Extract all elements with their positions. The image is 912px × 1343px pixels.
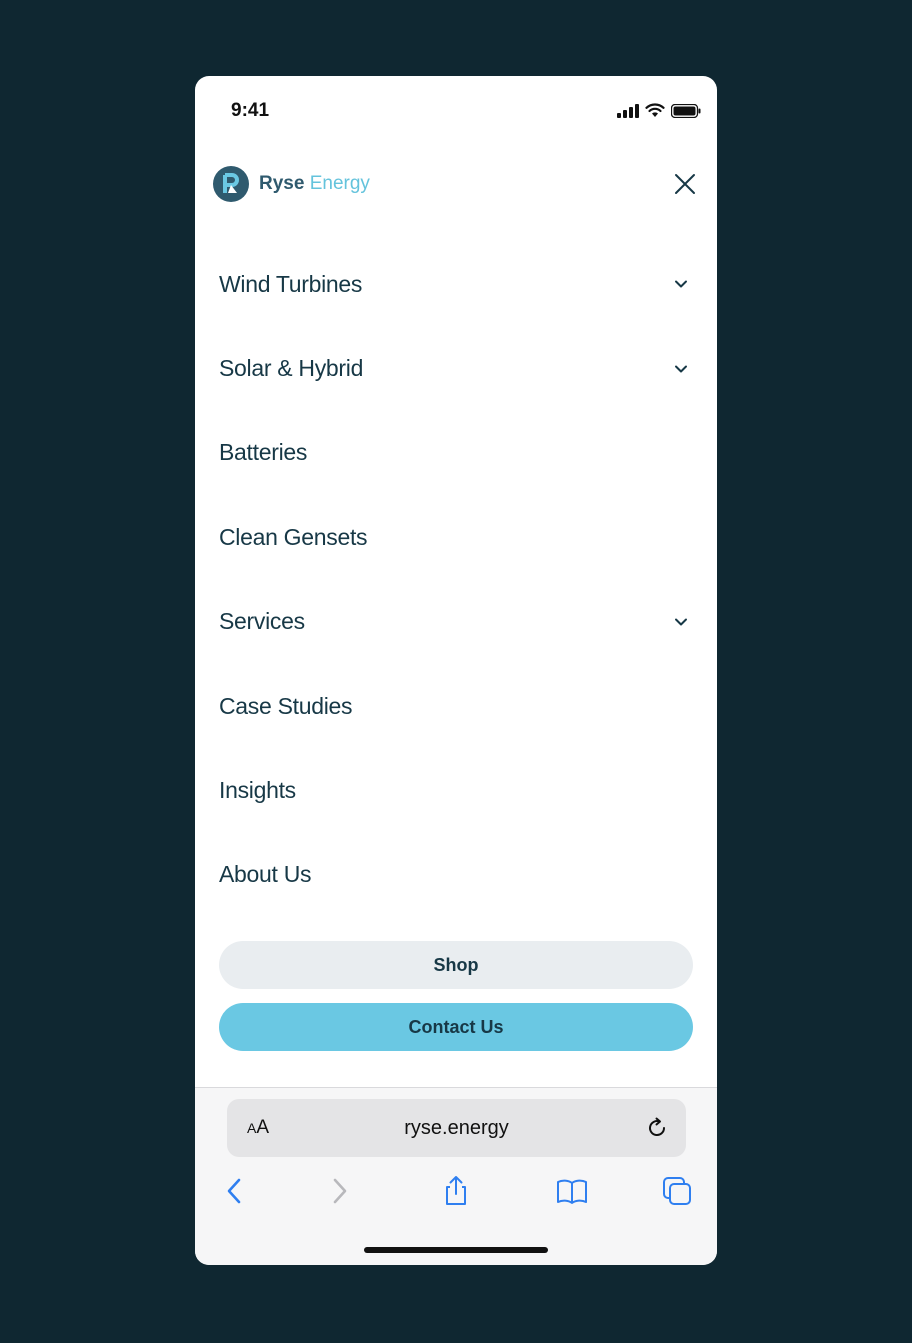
brand-name-part1: Ryse bbox=[259, 173, 305, 194]
menu-item-label: Wind Turbines bbox=[219, 270, 363, 297]
menu-item-label: Clean Gensets bbox=[219, 523, 368, 550]
menu-item-clean-gensets[interactable]: Clean Gensets bbox=[219, 495, 693, 579]
reload-icon[interactable] bbox=[644, 1115, 670, 1141]
chevron-down-icon[interactable] bbox=[673, 614, 689, 630]
menu-item-label: About Us bbox=[219, 861, 312, 888]
menu-item-about-us[interactable]: About Us bbox=[219, 833, 693, 917]
shop-button[interactable]: Shop bbox=[219, 941, 693, 989]
close-menu-button[interactable] bbox=[673, 172, 697, 196]
battery-icon bbox=[671, 103, 701, 118]
menu-item-label: Services bbox=[219, 608, 305, 635]
menu-item-wind-turbines[interactable]: Wind Turbines bbox=[219, 242, 693, 326]
brand-logo[interactable]: Ryse Energy bbox=[213, 166, 370, 202]
back-icon[interactable] bbox=[218, 1174, 252, 1208]
menu-item-batteries[interactable]: Batteries bbox=[219, 411, 693, 495]
status-icons bbox=[617, 103, 701, 118]
logo-mark-icon bbox=[213, 166, 249, 202]
home-indicator bbox=[364, 1247, 548, 1253]
chevron-down-icon[interactable] bbox=[673, 361, 689, 377]
menu-item-label: Batteries bbox=[219, 439, 308, 466]
status-time: 9:41 bbox=[231, 100, 270, 121]
phone-frame: 9:41 Ryse Energy Wind Turbines Solar & H… bbox=[195, 76, 717, 1265]
browser-bottom-bar: AA ryse.energy bbox=[195, 1087, 717, 1265]
menu-item-case-studies[interactable]: Case Studies bbox=[219, 664, 693, 748]
forward-icon[interactable] bbox=[322, 1174, 356, 1208]
signal-icon bbox=[617, 103, 639, 118]
menu-item-label: Solar & Hybrid bbox=[219, 355, 364, 382]
chevron-down-icon[interactable] bbox=[673, 276, 689, 292]
brand-name: Ryse Energy bbox=[259, 173, 370, 195]
close-icon bbox=[675, 174, 695, 194]
url-text[interactable]: ryse.energy bbox=[227, 1117, 686, 1140]
menu-item-services[interactable]: Services bbox=[219, 580, 693, 664]
menu-item-label: Insights bbox=[219, 777, 296, 804]
brand-name-part2: Energy bbox=[309, 173, 370, 194]
menu-item-insights[interactable]: Insights bbox=[219, 748, 693, 832]
menu-item-label: Case Studies bbox=[219, 692, 353, 719]
contact-us-button[interactable]: Contact Us bbox=[219, 1003, 693, 1051]
main-menu: Wind Turbines Solar & Hybrid Batteries C… bbox=[219, 242, 693, 917]
address-bar[interactable]: AA ryse.energy bbox=[227, 1099, 686, 1157]
tabs-icon[interactable] bbox=[660, 1174, 694, 1208]
share-icon[interactable] bbox=[439, 1174, 473, 1208]
menu-item-solar-hybrid[interactable]: Solar & Hybrid bbox=[219, 326, 693, 410]
bookmarks-icon[interactable] bbox=[555, 1174, 589, 1208]
wifi-icon bbox=[645, 103, 665, 117]
